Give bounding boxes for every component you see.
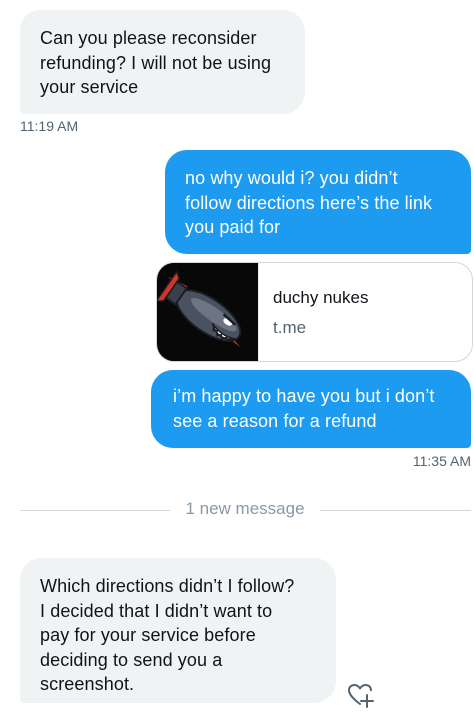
link-preview-card[interactable]: duchy nukes t.me bbox=[156, 262, 473, 362]
link-title: duchy nukes bbox=[273, 288, 369, 307]
bomb-shark-icon bbox=[157, 263, 259, 361]
outgoing-message-bubble[interactable]: no why would i? you didn’t follow direct… bbox=[165, 150, 471, 254]
link-domain: t.me bbox=[273, 318, 307, 337]
new-message-divider-label: 1 new message bbox=[185, 499, 305, 518]
outgoing-message-bubble[interactable]: i’m happy to have you but i don’t see a … bbox=[151, 370, 471, 448]
incoming-message-bubble[interactable]: Can you please reconsider refunding? I w… bbox=[20, 10, 305, 114]
message-timestamp: 11:35 AM bbox=[412, 453, 471, 469]
new-message-divider-line bbox=[20, 510, 170, 511]
message-timestamp: 11:19 AM bbox=[20, 118, 79, 134]
incoming-message-bubble[interactable]: Which directions didn’t I follow? I deci… bbox=[20, 558, 336, 703]
add-reaction-heart-icon[interactable] bbox=[346, 682, 376, 710]
new-message-divider-line bbox=[320, 510, 471, 511]
